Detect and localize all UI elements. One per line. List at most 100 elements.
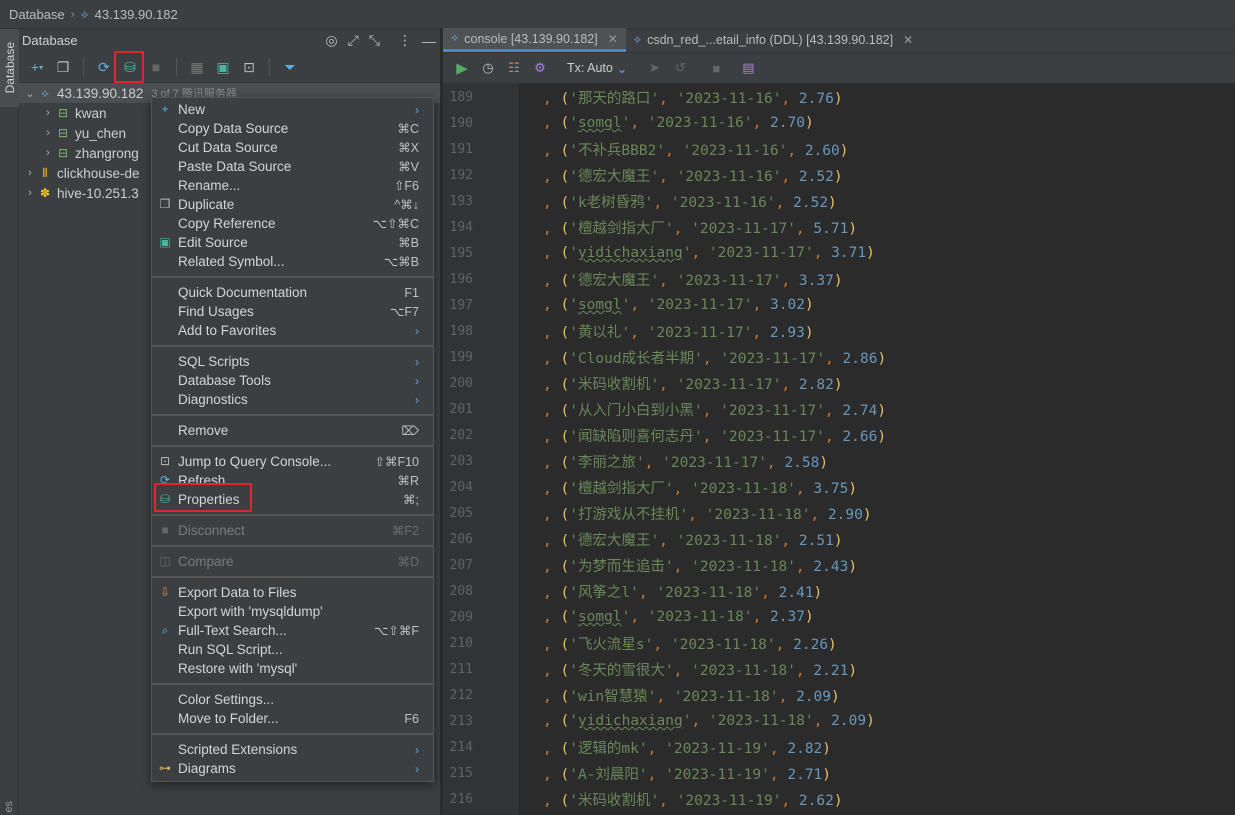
code-line[interactable]: 190 , ('somgl', '2023-11-16', 2.70) xyxy=(443,110,1235,136)
gear-icon[interactable]: ⚙ xyxy=(531,58,549,78)
code-token: ) xyxy=(833,792,843,809)
menu-item-move-to-folder[interactable]: Move to Folder... F6 xyxy=(152,709,433,728)
code-token: ' xyxy=(691,662,700,679)
menu-item-new[interactable]: + New › xyxy=(152,100,433,119)
code-line[interactable]: 204, ('檀越剑指大厂', '2023-11-18', 3.75) xyxy=(443,474,1235,500)
menu-item-scripted-extensions[interactable]: Scripted Extensions › xyxy=(152,740,433,759)
code-line[interactable]: 210 , ('飞火流星s', '2023-11-18', 2.26) xyxy=(443,630,1235,656)
database-tool-tab[interactable]: Database xyxy=(0,29,19,107)
output-icon[interactable]: ▤ xyxy=(739,58,757,78)
chevron-right-icon[interactable]: › xyxy=(41,147,55,159)
menu-item-jump-to-query-console[interactable]: ⊡ Jump to Query Console... ⇧⌘F10 xyxy=(152,452,433,471)
run-icon[interactable]: ▶ xyxy=(453,58,471,78)
breadcrumb-root[interactable]: Database xyxy=(9,7,65,22)
menu-item-export-data-to-files[interactable]: ⇩ Export Data to Files xyxy=(152,583,433,602)
code-line[interactable]: 208, ('风筝之l', '2023-11-18', 2.41) xyxy=(443,578,1235,604)
menu-item-color-settings[interactable]: Color Settings... xyxy=(152,690,433,709)
history-icon[interactable]: ◷ xyxy=(479,58,497,78)
menu-item-copy-data-source[interactable]: Copy Data Source ⌘C xyxy=(152,119,433,138)
code-line[interactable]: 203, ('李丽之旅', '2023-11-17', 2.58) xyxy=(443,448,1235,474)
code-token: , xyxy=(644,454,663,471)
chevron-right-icon[interactable]: › xyxy=(23,187,37,199)
table-icon[interactable]: ▦ xyxy=(187,57,207,77)
tab-console[interactable]: ⟡ console [43.139.90.182] ✕ xyxy=(443,28,626,52)
code-line[interactable]: 196, ('德宏大魔王', '2023-11-17', 3.37) xyxy=(443,266,1235,292)
code-line[interactable]: 199, ('Cloud成长者半期', '2023-11-17', 2.86) xyxy=(443,344,1235,370)
menu-item-copy-reference[interactable]: Copy Reference ⌥⇧⌘C xyxy=(152,214,433,233)
code-line[interactable]: 213 , ('yidichaxiang', '2023-11-18', 2.09… xyxy=(443,708,1235,734)
menu-item-rename[interactable]: Rename... ⇧F6 xyxy=(152,176,433,195)
code-line[interactable]: 195 , ('yidichaxiang', '2023-11-17', 3.71… xyxy=(443,240,1235,266)
code-line[interactable]: 192, ('德宏大魔王', '2023-11-16', 2.52) xyxy=(443,162,1235,188)
menu-item-find-usages[interactable]: Find Usages ⌥F7 xyxy=(152,302,433,321)
code-line[interactable]: 206, ('德宏大魔王', '2023-11-18', 2.51) xyxy=(443,526,1235,552)
menu-item-full-text-search[interactable]: ⌕ Full-Text Search... ⌥⇧⌘F xyxy=(152,621,433,640)
menu-item-diagrams[interactable]: ⊶ Diagrams › xyxy=(152,759,433,778)
code-line[interactable]: 193 , ('k老树昏鸦', '2023-11-16', 2.52) xyxy=(443,188,1235,214)
code-line[interactable]: 215, ('A-刘晨阳', '2023-11-19', 2.71) xyxy=(443,760,1235,786)
menu-item-run-sql-script[interactable]: Run SQL Script... xyxy=(152,640,433,659)
code-token: , xyxy=(691,245,709,261)
code-line[interactable]: 209 , ('somgl', '2023-11-18', 2.37) xyxy=(443,604,1235,630)
date-literal: 2023-11-17 xyxy=(656,297,744,313)
code-line[interactable]: 216, ('米码收割机', '2023-11-19', 2.62) xyxy=(443,786,1235,812)
code-line[interactable]: 189, ('那天的路口', '2023-11-16', 2.76) xyxy=(443,84,1235,110)
chevron-right-icon[interactable]: › xyxy=(23,167,37,179)
tx-mode-dropdown[interactable]: Tx: Auto ⌄ xyxy=(567,58,627,78)
menu-item-related-symbol[interactable]: Related Symbol... ⌥⌘B xyxy=(152,252,433,271)
properties-icon[interactable]: ⛁ xyxy=(114,51,144,83)
more-options-icon[interactable]: ⋮ xyxy=(398,32,412,49)
code-area[interactable]: 189, ('那天的路口', '2023-11-16', 2.76) 190, (… xyxy=(443,84,1235,815)
close-icon[interactable]: ✕ xyxy=(903,33,913,47)
code-line[interactable]: 211, ('冬天的雪很大', '2023-11-18', 2.21) xyxy=(443,656,1235,682)
target-icon[interactable]: ◎ xyxy=(325,32,337,49)
code-token: ) xyxy=(822,740,832,757)
menu-item-edit-source[interactable]: ▣ Edit Source ⌘B xyxy=(152,233,433,252)
code-line[interactable]: 191 , ('不补兵BBB2', '2023-11-16', 2.60) xyxy=(443,136,1235,162)
menu-item-add-to-favorites[interactable]: Add to Favorites › xyxy=(152,321,433,340)
menu-item-sql-scripts[interactable]: SQL Scripts › xyxy=(152,352,433,371)
copy-icon[interactable]: ❐ xyxy=(53,57,73,77)
code-token: , xyxy=(781,90,799,107)
menu-item-paste-data-source[interactable]: Paste Data Source ⌘V xyxy=(152,157,433,176)
code-line[interactable]: 214, ('逻辑的mk', '2023-11-19', 2.82) xyxy=(443,734,1235,760)
code-line[interactable]: 198, ('黄以礼', '2023-11-17', 2.93) xyxy=(443,318,1235,344)
menu-item-properties[interactable]: ⛁ Properties ⌘; xyxy=(152,483,433,512)
code-line[interactable]: 212 , ('win智慧猿', '2023-11-18', 2.09) xyxy=(443,682,1235,708)
chevron-right-icon[interactable]: › xyxy=(41,127,55,139)
chevron-right-icon[interactable]: › xyxy=(41,107,55,119)
close-icon[interactable]: ✕ xyxy=(608,32,618,46)
menu-item-diagnostics[interactable]: Diagnostics › xyxy=(152,390,433,409)
code-line[interactable]: 200, ('米码收割机', '2023-11-17', 2.82) xyxy=(443,370,1235,396)
tab-ddl[interactable]: ⟡ csdn_red_...etail_info (DDL) [43.139.9… xyxy=(626,28,921,52)
code-token: ' xyxy=(662,454,671,471)
code-token: ) xyxy=(877,428,887,445)
bottom-tool-tab-label[interactable]: es xyxy=(3,801,15,813)
chevron-down-icon[interactable]: ⌄ xyxy=(23,87,37,100)
schema-icon: ⊟ xyxy=(57,106,69,120)
menu-item-duplicate[interactable]: ❐ Duplicate ^⌘↓ xyxy=(152,195,433,214)
menu-item-restore-with-mysql[interactable]: Restore with 'mysql' xyxy=(152,659,433,678)
collapse-icon[interactable]: ⤡ xyxy=(369,32,380,49)
refresh-icon[interactable]: ⟳ xyxy=(94,57,114,77)
menu-item-cut-data-source[interactable]: Cut Data Source ⌘X xyxy=(152,138,433,157)
edit-source-icon[interactable]: ▣ xyxy=(213,57,233,77)
menu-item-remove[interactable]: Remove ⌦ xyxy=(152,421,433,440)
code-line[interactable]: 205, ('打游戏从不挂机', '2023-11-18', 2.90) xyxy=(443,500,1235,526)
code-line[interactable]: 202, ('闻缺陷则喜何志丹', '2023-11-17', 2.66) xyxy=(443,422,1235,448)
settings-sliders-icon[interactable]: ☷ xyxy=(505,58,523,78)
console-icon[interactable]: ⊡ xyxy=(239,57,259,77)
filter-icon[interactable]: ⏷ xyxy=(280,57,300,77)
menu-item-quick-documentation[interactable]: Quick Documentation F1 xyxy=(152,283,433,302)
code-line[interactable]: 194, ('檀越剑指大厂', '2023-11-17', 5.71) xyxy=(443,214,1235,240)
menu-item-database-tools[interactable]: Database Tools › xyxy=(152,371,433,390)
database-tool-tab-label: Database xyxy=(2,42,17,94)
hide-panel-icon[interactable]: — xyxy=(422,33,436,49)
add-icon[interactable]: + ▾ xyxy=(27,57,47,77)
code-line[interactable]: 207, ('为梦而生追击', '2023-11-18', 2.43) xyxy=(443,552,1235,578)
code-line[interactable]: 201, ('从入门小白到小黑', '2023-11-17', 2.74) xyxy=(443,396,1235,422)
menu-item-export-with-mysqldump[interactable]: Export with 'mysqldump' xyxy=(152,602,433,621)
code-line[interactable]: 197 , ('somgl', '2023-11-17', 3.02) xyxy=(443,292,1235,318)
expand-icon[interactable]: ⤢ xyxy=(348,32,359,49)
breadcrumb-host[interactable]: 43.139.90.182 xyxy=(95,7,178,22)
